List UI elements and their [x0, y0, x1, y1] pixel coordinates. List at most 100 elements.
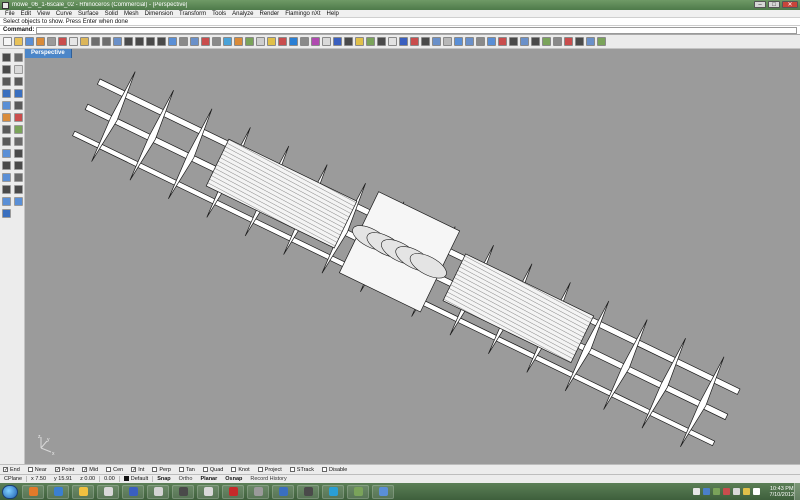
osnap-near-checkbox[interactable]: [27, 467, 33, 472]
perspective-viewport[interactable]: Perspective x y z: [25, 49, 800, 464]
osnap-end-checkbox[interactable]: ✓: [3, 467, 8, 473]
snap-toggle[interactable]: Snap: [153, 476, 174, 482]
osnap-project[interactable]: Project: [257, 467, 282, 473]
menu-render[interactable]: Render: [257, 10, 283, 18]
rhino-app-icon[interactable]: [2, 1, 9, 9]
analysis-icon[interactable]: [2, 209, 11, 218]
menu-file[interactable]: File: [2, 10, 18, 18]
tray-battery-icon[interactable]: [712, 488, 720, 495]
menu-mesh[interactable]: Mesh: [121, 10, 142, 18]
menu-surface[interactable]: Surface: [75, 10, 102, 18]
scale-icon[interactable]: [597, 37, 606, 46]
sweep-surface-icon[interactable]: [2, 161, 11, 170]
osnap-tan-checkbox[interactable]: [178, 467, 184, 472]
layer-selector[interactable]: Default: [120, 476, 154, 482]
trim-icon[interactable]: [498, 37, 507, 46]
cylinder-icon[interactable]: [443, 37, 452, 46]
dimension-icon[interactable]: [14, 113, 23, 122]
select-icon[interactable]: [2, 53, 11, 62]
menu-transform[interactable]: Transform: [176, 10, 209, 18]
sphere-solid-icon[interactable]: [14, 173, 23, 182]
osnap-cen[interactable]: Cen: [106, 467, 123, 473]
menu-solid[interactable]: Solid: [102, 10, 121, 18]
trim-curve-icon[interactable]: [14, 137, 23, 146]
offset-icon[interactable]: [2, 125, 11, 134]
surface-icon[interactable]: [2, 149, 11, 158]
grid-icon[interactable]: [256, 37, 265, 46]
render-icon[interactable]: [300, 37, 309, 46]
sweep-icon[interactable]: [465, 37, 474, 46]
osnap-icon[interactable]: [366, 37, 375, 46]
rotate-icon[interactable]: [586, 37, 595, 46]
taskbar-skype-button[interactable]: [322, 484, 344, 499]
minimize-button[interactable]: –: [754, 1, 766, 8]
set-view-icon[interactable]: [190, 37, 199, 46]
zoom-extents-icon[interactable]: [157, 37, 166, 46]
osnap-mid-checkbox[interactable]: ✓: [82, 467, 87, 473]
text-icon[interactable]: [2, 113, 11, 122]
taskbar-cmd-button[interactable]: [297, 484, 319, 499]
osnap-int[interactable]: ✓ Int: [131, 467, 144, 473]
mesh-tool-icon[interactable]: [2, 197, 11, 206]
osnap-knot[interactable]: Knot: [231, 467, 250, 473]
maximize-button[interactable]: □: [768, 1, 780, 8]
ellipse-icon[interactable]: [14, 101, 23, 110]
material-icon[interactable]: [311, 37, 320, 46]
osnap-disable[interactable]: Disable: [322, 467, 347, 473]
fillet-icon[interactable]: [487, 37, 496, 46]
curve-icon[interactable]: [2, 77, 11, 86]
osnap-quad[interactable]: Quad: [202, 467, 223, 473]
undo-icon[interactable]: [91, 37, 100, 46]
named-views-icon[interactable]: [201, 37, 210, 46]
loft-icon[interactable]: [454, 37, 463, 46]
viewport-tab-perspective[interactable]: Perspective: [25, 49, 72, 58]
redo-icon[interactable]: [102, 37, 111, 46]
four-views-icon[interactable]: [179, 37, 188, 46]
circle-icon[interactable]: [2, 89, 11, 98]
zoom-selected-icon[interactable]: [168, 37, 177, 46]
osnap-quad-checkbox[interactable]: [202, 467, 208, 472]
close-button[interactable]: ✕: [782, 1, 798, 8]
planar-toggle[interactable]: Planar: [196, 476, 221, 482]
boolean-icon[interactable]: [2, 185, 11, 194]
menu-tools[interactable]: Tools: [209, 10, 229, 18]
osnap-project-checkbox[interactable]: [257, 467, 263, 472]
menu-analyze[interactable]: Analyze: [229, 10, 256, 18]
copy-object-icon[interactable]: [575, 37, 584, 46]
taskbar-file-explorer-button[interactable]: [72, 484, 94, 499]
revolve-icon[interactable]: [14, 161, 23, 170]
move-icon[interactable]: [564, 37, 573, 46]
taskbar-photoshop-button[interactable]: [122, 484, 144, 499]
osnap-point[interactable]: ✓ Point: [54, 467, 74, 473]
tray-show-hidden-icon[interactable]: [692, 488, 700, 495]
shade-icon[interactable]: [333, 37, 342, 46]
osnap-toggle[interactable]: Osnap: [221, 476, 246, 482]
arc-icon[interactable]: [14, 77, 23, 86]
tray-flag-icon[interactable]: [752, 488, 760, 495]
taskbar-notepad-button[interactable]: [247, 484, 269, 499]
taskbar-sketchup-button[interactable]: [172, 484, 194, 499]
ortho-toggle[interactable]: Ortho: [175, 476, 197, 482]
cut-icon[interactable]: [58, 37, 67, 46]
light-icon[interactable]: [322, 37, 331, 46]
transform-icon[interactable]: [14, 197, 23, 206]
split-icon[interactable]: [509, 37, 518, 46]
osnap-perp[interactable]: Perp: [152, 467, 171, 473]
join-icon[interactable]: [520, 37, 529, 46]
osnap-cen-checkbox[interactable]: [106, 467, 112, 472]
show-desktop-button[interactable]: [794, 483, 800, 500]
lock-icon[interactable]: [289, 37, 298, 46]
taskbar-excel-button[interactable]: [347, 484, 369, 499]
properties-icon[interactable]: [234, 37, 243, 46]
import-icon[interactable]: [47, 37, 56, 46]
taskbar-word-button[interactable]: [272, 484, 294, 499]
paste-icon[interactable]: [80, 37, 89, 46]
zoom-icon[interactable]: [135, 37, 144, 46]
tray-network-icon[interactable]: [702, 488, 710, 495]
osnap-int-checkbox[interactable]: ✓: [131, 467, 136, 473]
osnap-end[interactable]: ✓ End: [3, 467, 20, 473]
taskbar-calculator-button[interactable]: [372, 484, 394, 499]
point-icon[interactable]: [14, 53, 23, 62]
taskbar-media-player-button[interactable]: [97, 484, 119, 499]
osnap-point-checkbox[interactable]: ✓: [54, 467, 60, 473]
